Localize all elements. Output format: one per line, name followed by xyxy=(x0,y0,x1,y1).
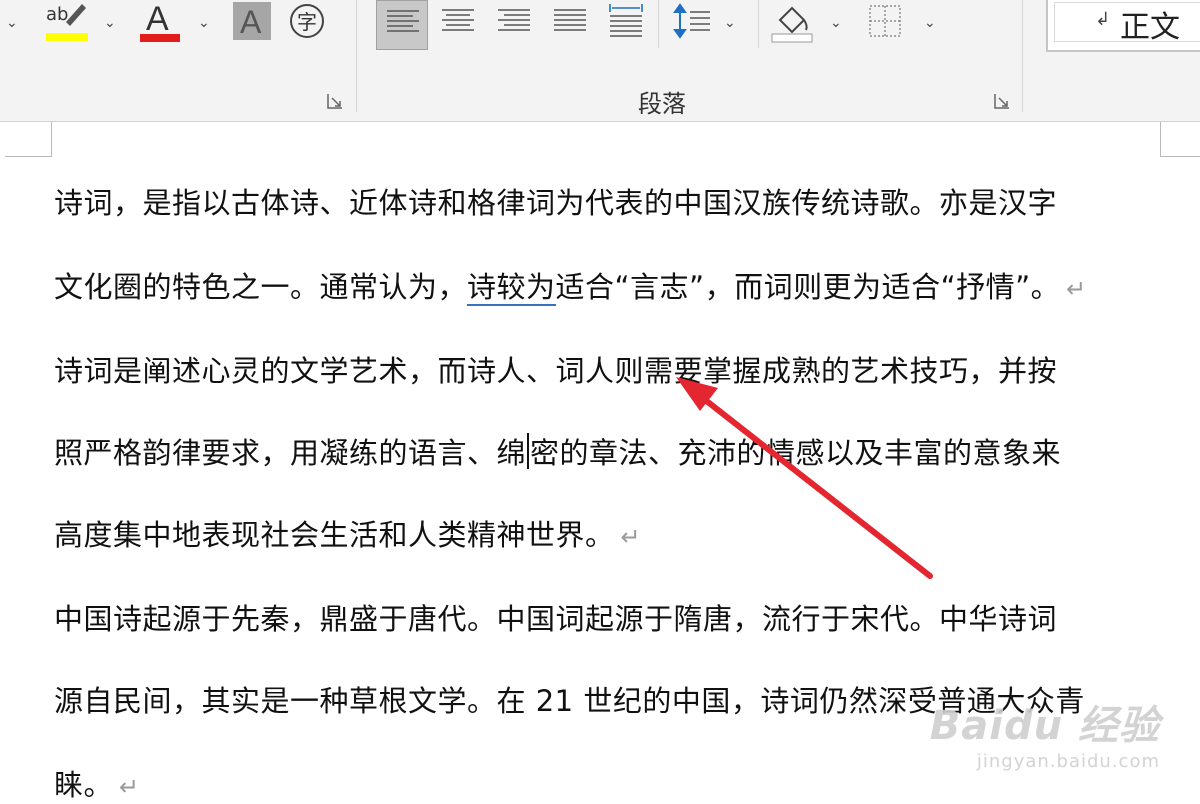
watermark-brand: Baidu 经验 xyxy=(929,703,1160,749)
watermark-logo: Baidu 经验 jingyan.baidu.com xyxy=(930,693,1160,772)
annotation-arrow-icon xyxy=(676,377,933,579)
watermark-url: jingyan.baidu.com xyxy=(976,751,1160,772)
